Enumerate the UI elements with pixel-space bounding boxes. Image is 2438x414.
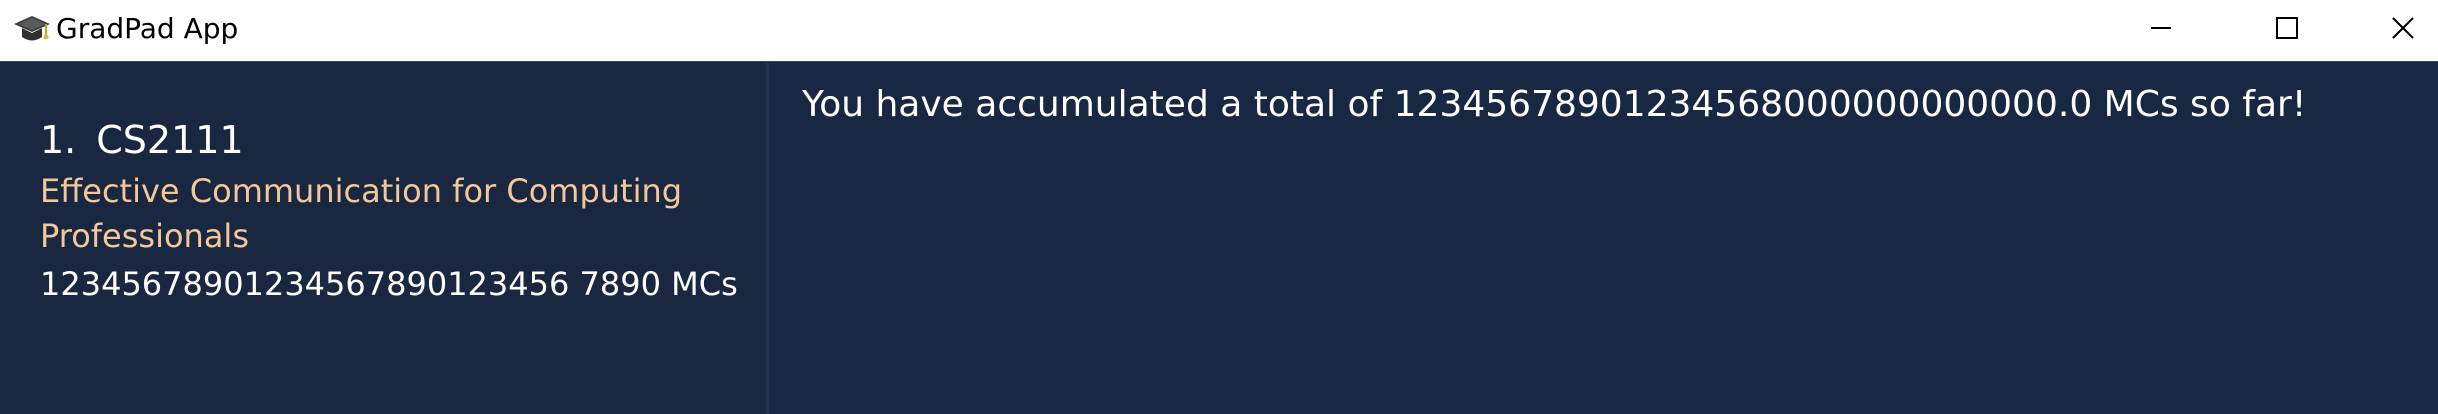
module-credits: 12345678901234567890123456 7890 MCs	[40, 265, 738, 303]
module-header: 1. CS2111	[40, 117, 740, 163]
module-title: Effective Communication for Computing Pr…	[40, 172, 683, 255]
close-icon	[2391, 16, 2415, 40]
result-display-panel: You have accumulated a total of 12345678…	[772, 63, 2438, 414]
module-code: CS2111	[96, 118, 244, 162]
maximize-button[interactable]	[2232, 0, 2342, 56]
graduation-cap-icon	[12, 12, 52, 48]
title-bar[interactable]: GradPad App	[0, 0, 2438, 62]
window-title: GradPad App	[56, 12, 239, 45]
maximize-icon	[2275, 16, 2299, 40]
module-index: 1.	[40, 118, 77, 162]
total-mcs-message: You have accumulated a total of 12345678…	[802, 84, 2307, 125]
close-button[interactable]	[2348, 0, 2438, 56]
minimize-icon	[2149, 16, 2173, 40]
module-list-panel[interactable]: 1. CS2111 Effective Communication for Co…	[0, 63, 769, 414]
app-window: GradPad App 1. CS2111 Effective Communic…	[0, 0, 2438, 414]
minimize-button[interactable]	[2106, 0, 2216, 56]
module-card[interactable]: 1. CS2111 Effective Communication for Co…	[40, 117, 740, 305]
